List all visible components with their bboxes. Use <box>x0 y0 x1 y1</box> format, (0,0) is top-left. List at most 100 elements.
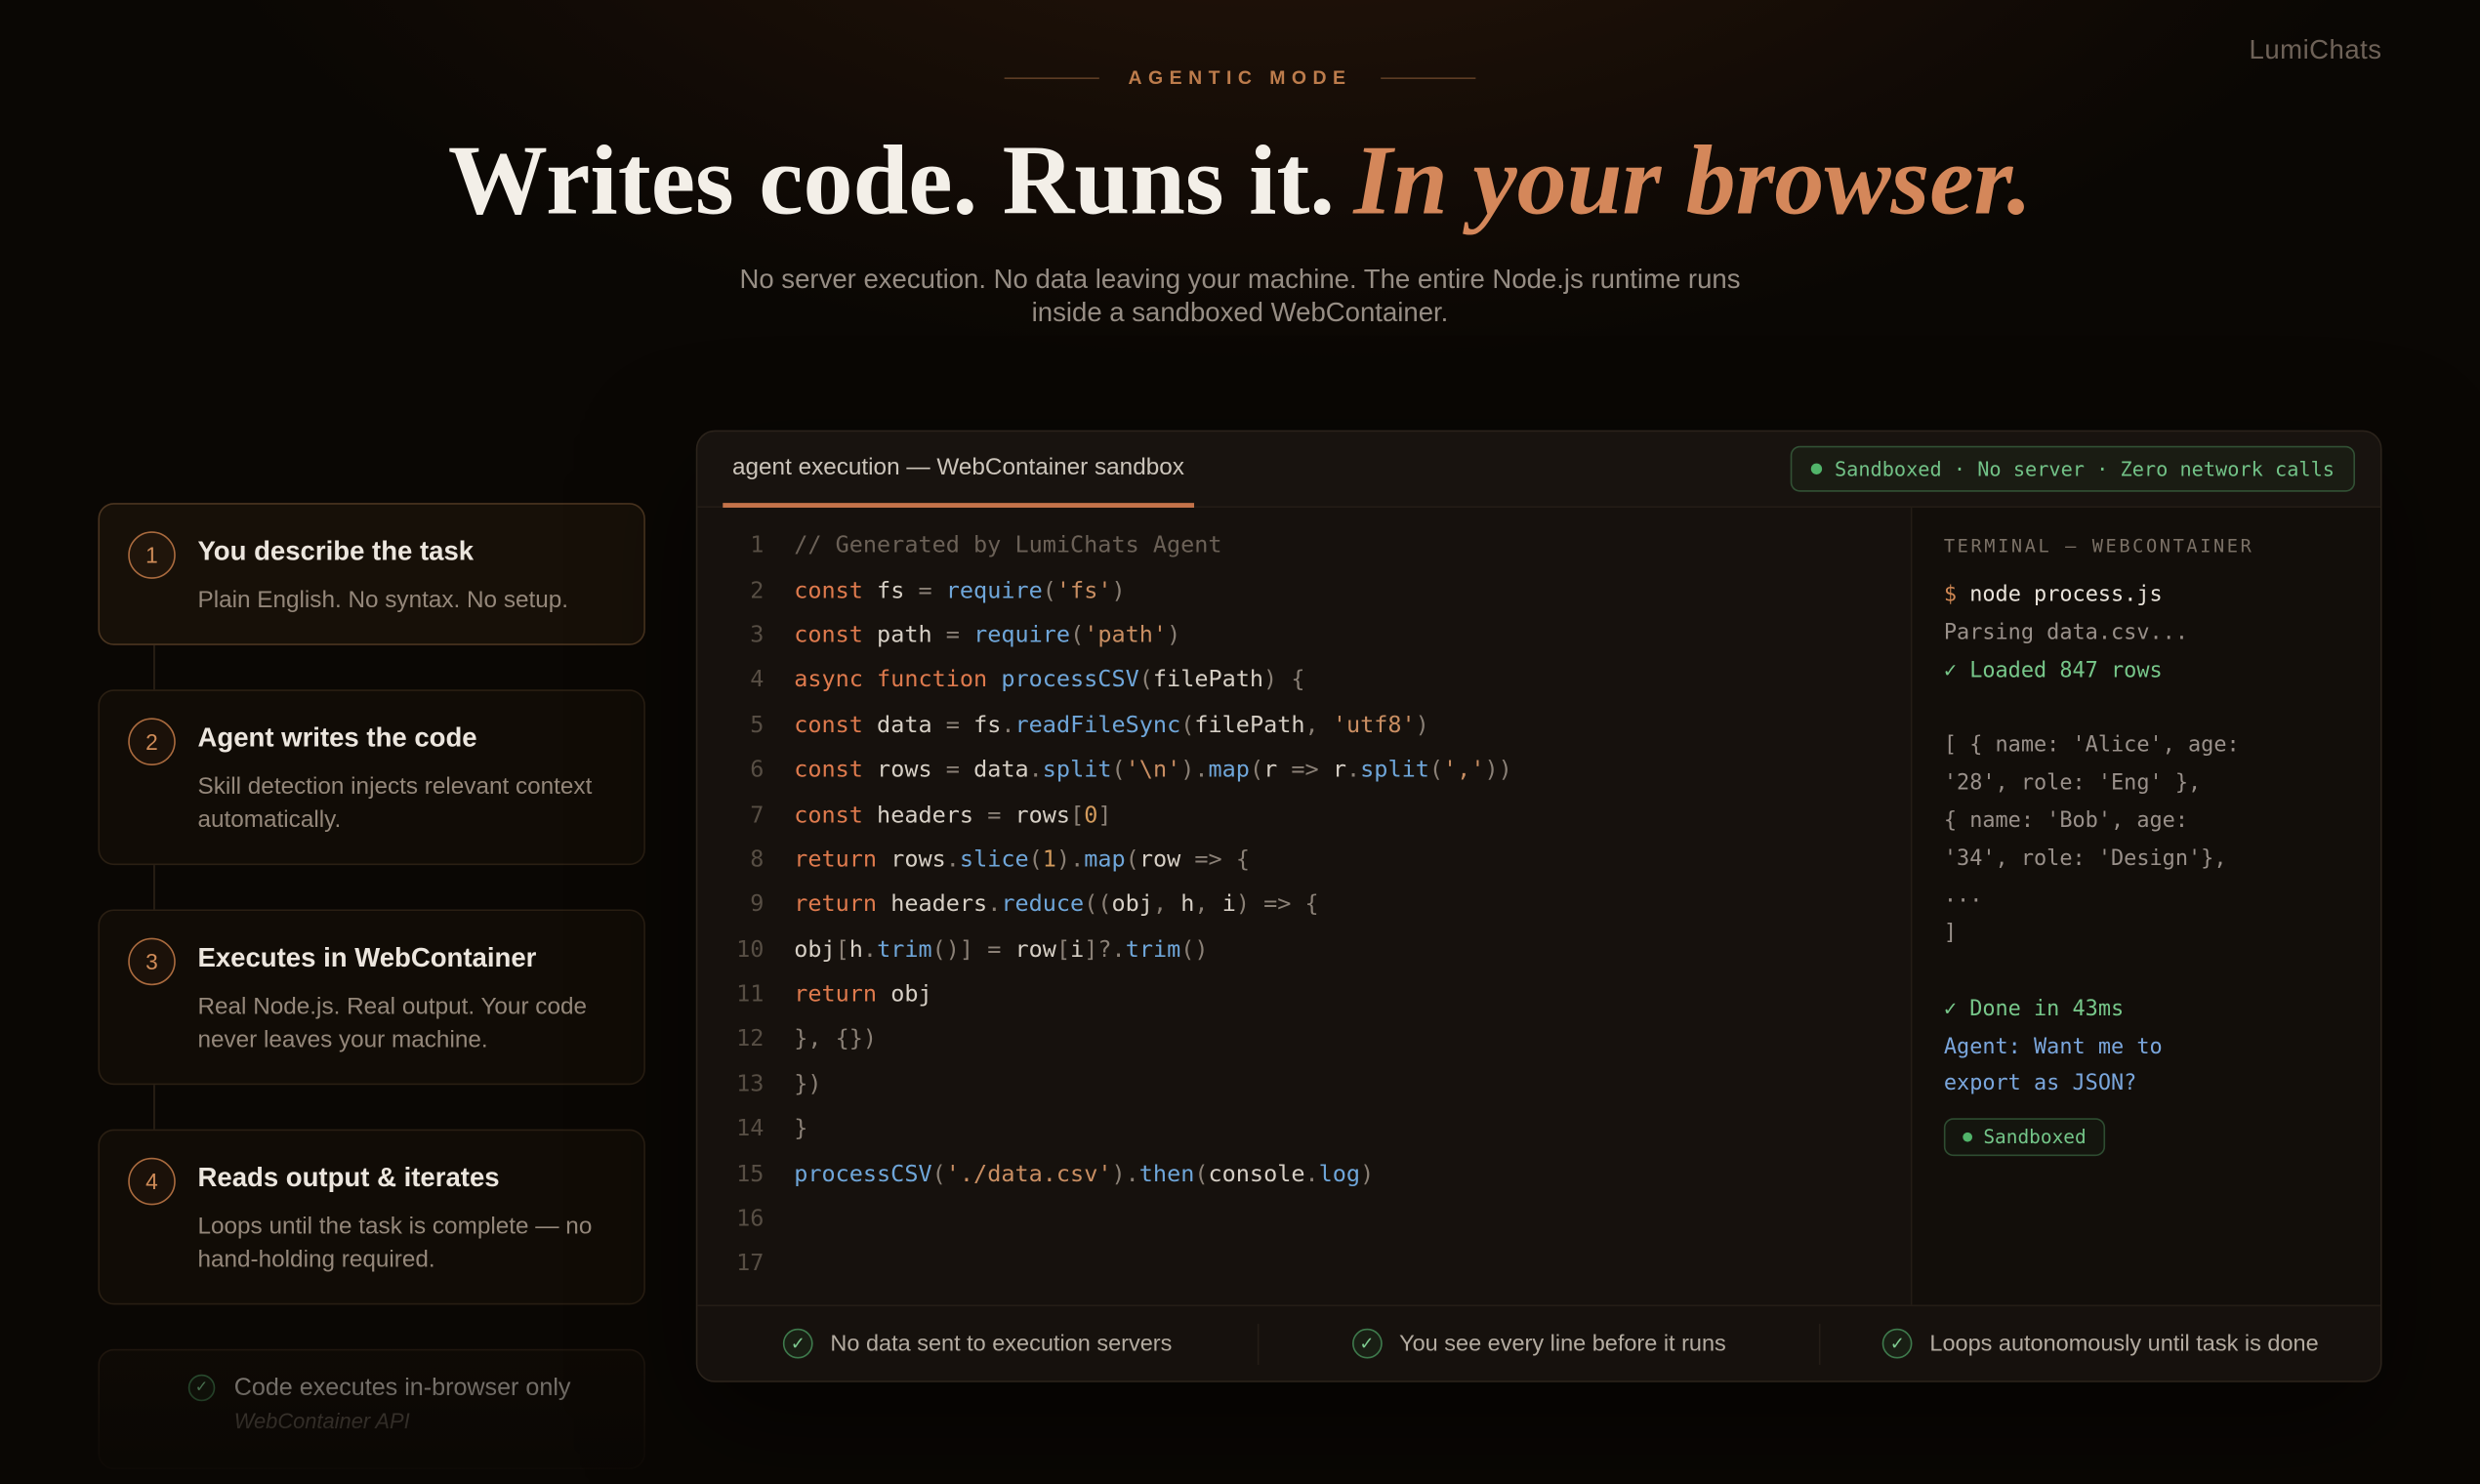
code-line: 11return obj <box>697 972 1910 1017</box>
panel-header: agent execution — WebContainer sandbox S… <box>697 432 2380 508</box>
code-line: 14} <box>697 1107 1910 1152</box>
feature-peek-title: Code executes in-browser only <box>234 1372 571 1402</box>
assurance-item: ✓ No data sent to execution servers <box>697 1329 1257 1359</box>
line-number: 4 <box>697 668 764 693</box>
terminal-line: ... <box>1944 879 2349 917</box>
feature-peek-card[interactable]: ✓ Code executes in-browser only WebConta… <box>98 1348 644 1468</box>
status-dot-icon <box>1811 464 1822 474</box>
code-line: 4async function processCSV(filePath) { <box>697 658 1910 703</box>
hero-subtitle: No server execution. No data leaving you… <box>0 263 2480 329</box>
terminal-line: '28', role: 'Eng' }, <box>1944 765 2349 804</box>
check-icon: ✓ <box>1352 1329 1383 1359</box>
panel-main: 1// Generated by LumiChats Agent2const f… <box>697 508 2380 1304</box>
line-number: 1 <box>697 533 764 558</box>
steps-list: 1You describe the taskPlain English. No … <box>98 503 644 1303</box>
step-title: Executes in WebContainer <box>197 934 615 975</box>
steps-column: 1You describe the taskPlain English. No … <box>98 503 644 1468</box>
step-number-icon: 3 <box>128 937 176 985</box>
terminal-line: Agent: Want me to <box>1944 1029 2349 1067</box>
title-accent: In your browser. <box>1353 125 2032 235</box>
line-number: 2 <box>697 578 764 603</box>
terminal-line: ✓ Loaded 847 rows <box>1944 652 2349 690</box>
terminal-line: [ { name: 'Alice', age: <box>1944 727 2349 765</box>
page: LumiChats AGENTIC MODE Writes code. Runs… <box>0 0 2480 1483</box>
line-number: 5 <box>697 713 764 738</box>
step-body: Agent writes the code Skill detection inj… <box>197 714 615 837</box>
line-number: 6 <box>697 758 764 783</box>
code-text: async function processCSV(filePath) { <box>764 668 1304 693</box>
feature-peek-subtitle: WebContainer API <box>234 1409 571 1432</box>
assurance-item: ✓You see every line before it runs <box>1259 1329 1818 1359</box>
step-card-4[interactable]: 4 Reads output & iterates Loops until the … <box>98 1129 644 1304</box>
code-text: return headers.reduce((obj, h, i) => { <box>764 892 1318 918</box>
step-number-icon: 4 <box>128 1157 176 1205</box>
check-icon: ✓ <box>1882 1329 1913 1359</box>
sandbox-status-badge: Sandboxed · No server · Zero network cal… <box>1791 446 2355 492</box>
code-line: 16 <box>697 1197 1910 1242</box>
assurance-bar: ✓ No data sent to execution servers ✓You s… <box>697 1304 2380 1381</box>
code-text: const rows = data.split('\n').map(r => r… <box>764 758 1511 783</box>
terminal-header: TERMINAL — WEBCONTAINER <box>1944 535 2349 557</box>
assurance-text: No data sent to execution servers <box>830 1331 1172 1356</box>
terminal-badge-text: Sandboxed <box>1983 1127 2086 1149</box>
step-body: Reads output & iterates Loops until the t… <box>197 1154 615 1277</box>
assurance-item: ✓ Loops autonomously until task is done <box>1821 1329 2380 1359</box>
code-line: 7const headers = rows[0] <box>697 793 1910 838</box>
step-desc: Loops until the task is complete — no ha… <box>197 1209 615 1277</box>
feature-peek-row: ✓ Code executes in-browser only WebConta… <box>188 1372 619 1432</box>
terminal-output: $ node process.jsParsing data.csv...✓ Lo… <box>1944 577 2349 1104</box>
eyebrow-label: AGENTIC MODE <box>1129 66 1352 89</box>
step-desc: Skill detection injects relevant context… <box>197 769 615 838</box>
code-line: 5const data = fs.readFileSync(filePath, … <box>697 703 1910 748</box>
step-card-1[interactable]: 1You describe the taskPlain English. No … <box>98 503 644 644</box>
code-text: }) <box>764 1072 821 1097</box>
code-text: // Generated by LumiChats Agent <box>764 533 1221 558</box>
step-title: Agent writes the code <box>197 714 615 755</box>
code-line: 13}) <box>697 1062 1910 1107</box>
step-title: You describe the task <box>197 528 568 569</box>
code-editor[interactable]: 1// Generated by LumiChats Agent2const f… <box>697 508 1910 1304</box>
terminal-line: export as JSON? <box>1944 1066 2349 1104</box>
subtitle-line-1: No server execution. No data leaving you… <box>739 265 1740 295</box>
code-line: 9return headers.reduce((obj, h, i) => { <box>697 883 1910 928</box>
assurance-text: Loops autonomously until task is done <box>1929 1331 2318 1356</box>
code-text: return obj <box>764 982 931 1008</box>
line-number: 8 <box>697 847 764 873</box>
check-icon: ✓ <box>188 1374 216 1401</box>
code-text: const data = fs.readFileSync(filePath, '… <box>764 713 1428 738</box>
code-line: 8return rows.slice(1).map(row => { <box>697 838 1910 883</box>
code-text: } <box>764 1117 807 1142</box>
tab-agent-execution[interactable]: agent execution — WebContainer sandbox <box>723 432 1193 508</box>
terminal-line: '34', role: 'Design'}, <box>1944 841 2349 879</box>
code-line: 17 <box>697 1242 1910 1287</box>
page-title: Writes code. Runs it.In your browser. <box>0 123 2480 237</box>
terminal-line <box>1944 690 2349 728</box>
step-title: Reads output & iterates <box>197 1154 615 1195</box>
step-desc: Plain English. No syntax. No setup. <box>197 584 568 618</box>
line-number: 7 <box>697 803 764 828</box>
step-body: Executes in WebContainerReal Node.js. Re… <box>197 934 615 1057</box>
terminal-line: ✓ Done in 43ms <box>1944 991 2349 1029</box>
code-text: obj[h.trim()] = row[i]?.trim() <box>764 937 1208 963</box>
feature-peek-body: Code executes in-browser only WebContain… <box>234 1372 571 1432</box>
brand-logo[interactable]: LumiChats <box>2250 35 2382 66</box>
title-main: Writes code. Runs it. <box>448 125 1335 235</box>
code-text: const headers = rows[0] <box>764 803 1111 828</box>
line-number: 12 <box>697 1027 764 1052</box>
terminal-line: $ node process.js <box>1944 577 2349 615</box>
check-icon: ✓ <box>783 1329 813 1359</box>
line-number: 11 <box>697 982 764 1008</box>
eyebrow-line-right <box>1381 77 1475 79</box>
status-dot-icon <box>1963 1133 1972 1142</box>
code-text: processCSV('./data.csv').then(console.lo… <box>764 1162 1374 1187</box>
code-text: const fs = require('fs') <box>764 578 1125 603</box>
sandbox-panel: agent execution — WebContainer sandbox S… <box>696 431 2382 1382</box>
line-number: 17 <box>697 1252 764 1277</box>
terminal-line <box>1944 954 2349 992</box>
step-card-2[interactable]: 2Agent writes the codeSkill detection in… <box>98 688 644 864</box>
code-text: return rows.slice(1).map(row => { <box>764 847 1250 873</box>
eyebrow-line-left <box>1005 77 1099 79</box>
step-card-3[interactable]: 3 Executes in WebContainerReal Node.js. R… <box>98 909 644 1085</box>
step-body: You describe the task Plain English. No s… <box>197 528 568 618</box>
code-line: 2const fs = require('fs') <box>697 568 1910 613</box>
